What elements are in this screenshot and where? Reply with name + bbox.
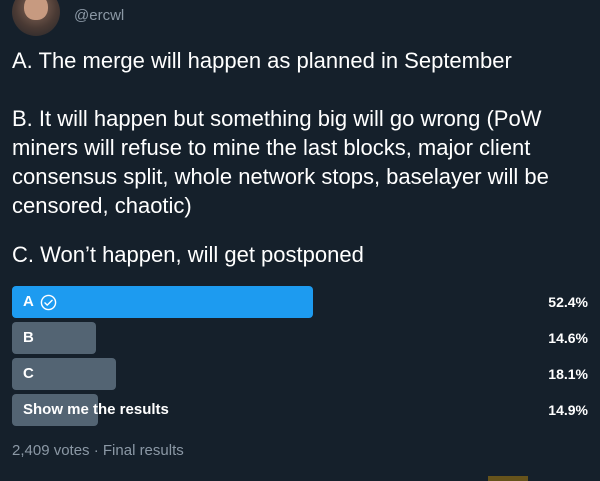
poll-option-percent: 52.4%: [548, 294, 588, 310]
tweet-option-a-text: A. The merge will happen as planned in S…: [12, 48, 512, 73]
tweet-option-b-text: B. It will happen but something big will…: [12, 106, 549, 218]
poll-option-label: Show me the results: [23, 401, 169, 418]
poll-option-percent: 14.9%: [548, 402, 588, 418]
poll: A 52.4% B 14.6% C 18.1% Show me the resu…: [12, 286, 588, 430]
corner-decoration: [488, 476, 528, 481]
poll-option-a: A 52.4%: [12, 286, 588, 318]
tweet-option-c-text: C. Won’t happen, will get postponed: [12, 242, 364, 267]
author-handle[interactable]: @ercwl: [74, 7, 124, 24]
poll-footer: 2,409 votes · Final results: [12, 442, 184, 459]
poll-option-percent: 18.1%: [548, 366, 588, 382]
poll-option-label: C: [23, 365, 34, 382]
poll-option-label: A: [23, 293, 34, 310]
check-circle-icon: [40, 294, 57, 310]
poll-option-c: C 18.1%: [12, 358, 588, 390]
poll-option-b: B 14.6%: [12, 322, 588, 354]
avatar[interactable]: [12, 0, 60, 36]
tweet-header: @ercwl: [0, 0, 600, 40]
poll-option-percent: 14.6%: [548, 330, 588, 346]
poll-bar: [12, 286, 313, 318]
poll-option-show-results: Show me the results 14.9%: [12, 394, 588, 426]
poll-option-label: B: [23, 329, 34, 346]
tweet-text: A. The merge will happen as planned in S…: [12, 46, 592, 289]
